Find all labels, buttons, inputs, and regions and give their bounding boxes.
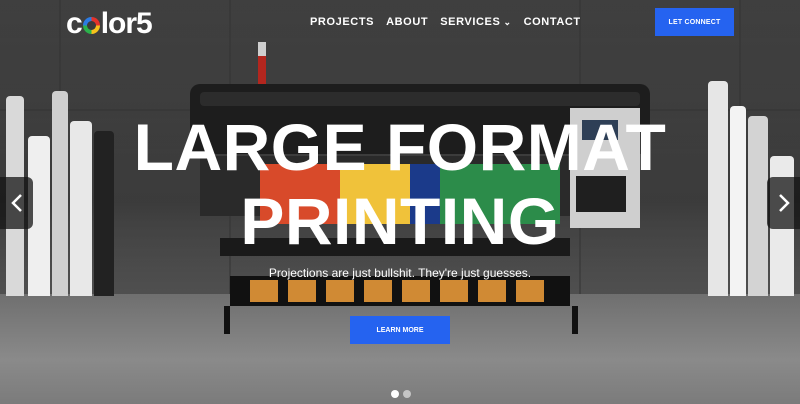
nav-link-projects[interactable]: PROJECTS	[310, 16, 374, 28]
main-menu: PROJECTS ABOUT SERVICES ⌄ CONTACT	[310, 16, 593, 28]
color-wheel-logo-mark	[82, 17, 100, 34]
slider-next-button[interactable]	[767, 177, 800, 229]
chevron-right-icon	[778, 194, 790, 212]
learn-more-button[interactable]: LEARN MORE	[350, 316, 450, 344]
nav-link-services[interactable]: SERVICES ⌄	[440, 16, 511, 28]
lets-connect-button[interactable]: LET CONNECT	[655, 8, 734, 36]
nav-link-contact[interactable]: CONTACT	[524, 16, 581, 28]
hero-headline-line2: PRINTING	[240, 184, 560, 258]
chevron-down-icon: ⌄	[503, 17, 512, 27]
hero-headline-line1: LARGE FORMAT	[133, 110, 667, 184]
nav-link-about[interactable]: ABOUT	[386, 16, 428, 28]
slider-pagination	[391, 390, 411, 398]
chevron-left-icon	[10, 194, 22, 212]
hero-headline: LARGE FORMAT PRINTING	[0, 110, 800, 258]
brand-logo[interactable]: c lor5	[66, 7, 153, 41]
top-nav: c lor5 PROJECTS ABOUT SERVICES ⌄ CONTACT L…	[0, 0, 800, 44]
nav-link-services-label: SERVICES	[440, 16, 501, 28]
slider-dot-1[interactable]	[391, 390, 399, 398]
hero-subtitle: Projections are just bullshit. They're j…	[268, 266, 532, 280]
slider-dot-2[interactable]	[403, 390, 411, 398]
slider-prev-button[interactable]	[0, 177, 33, 229]
